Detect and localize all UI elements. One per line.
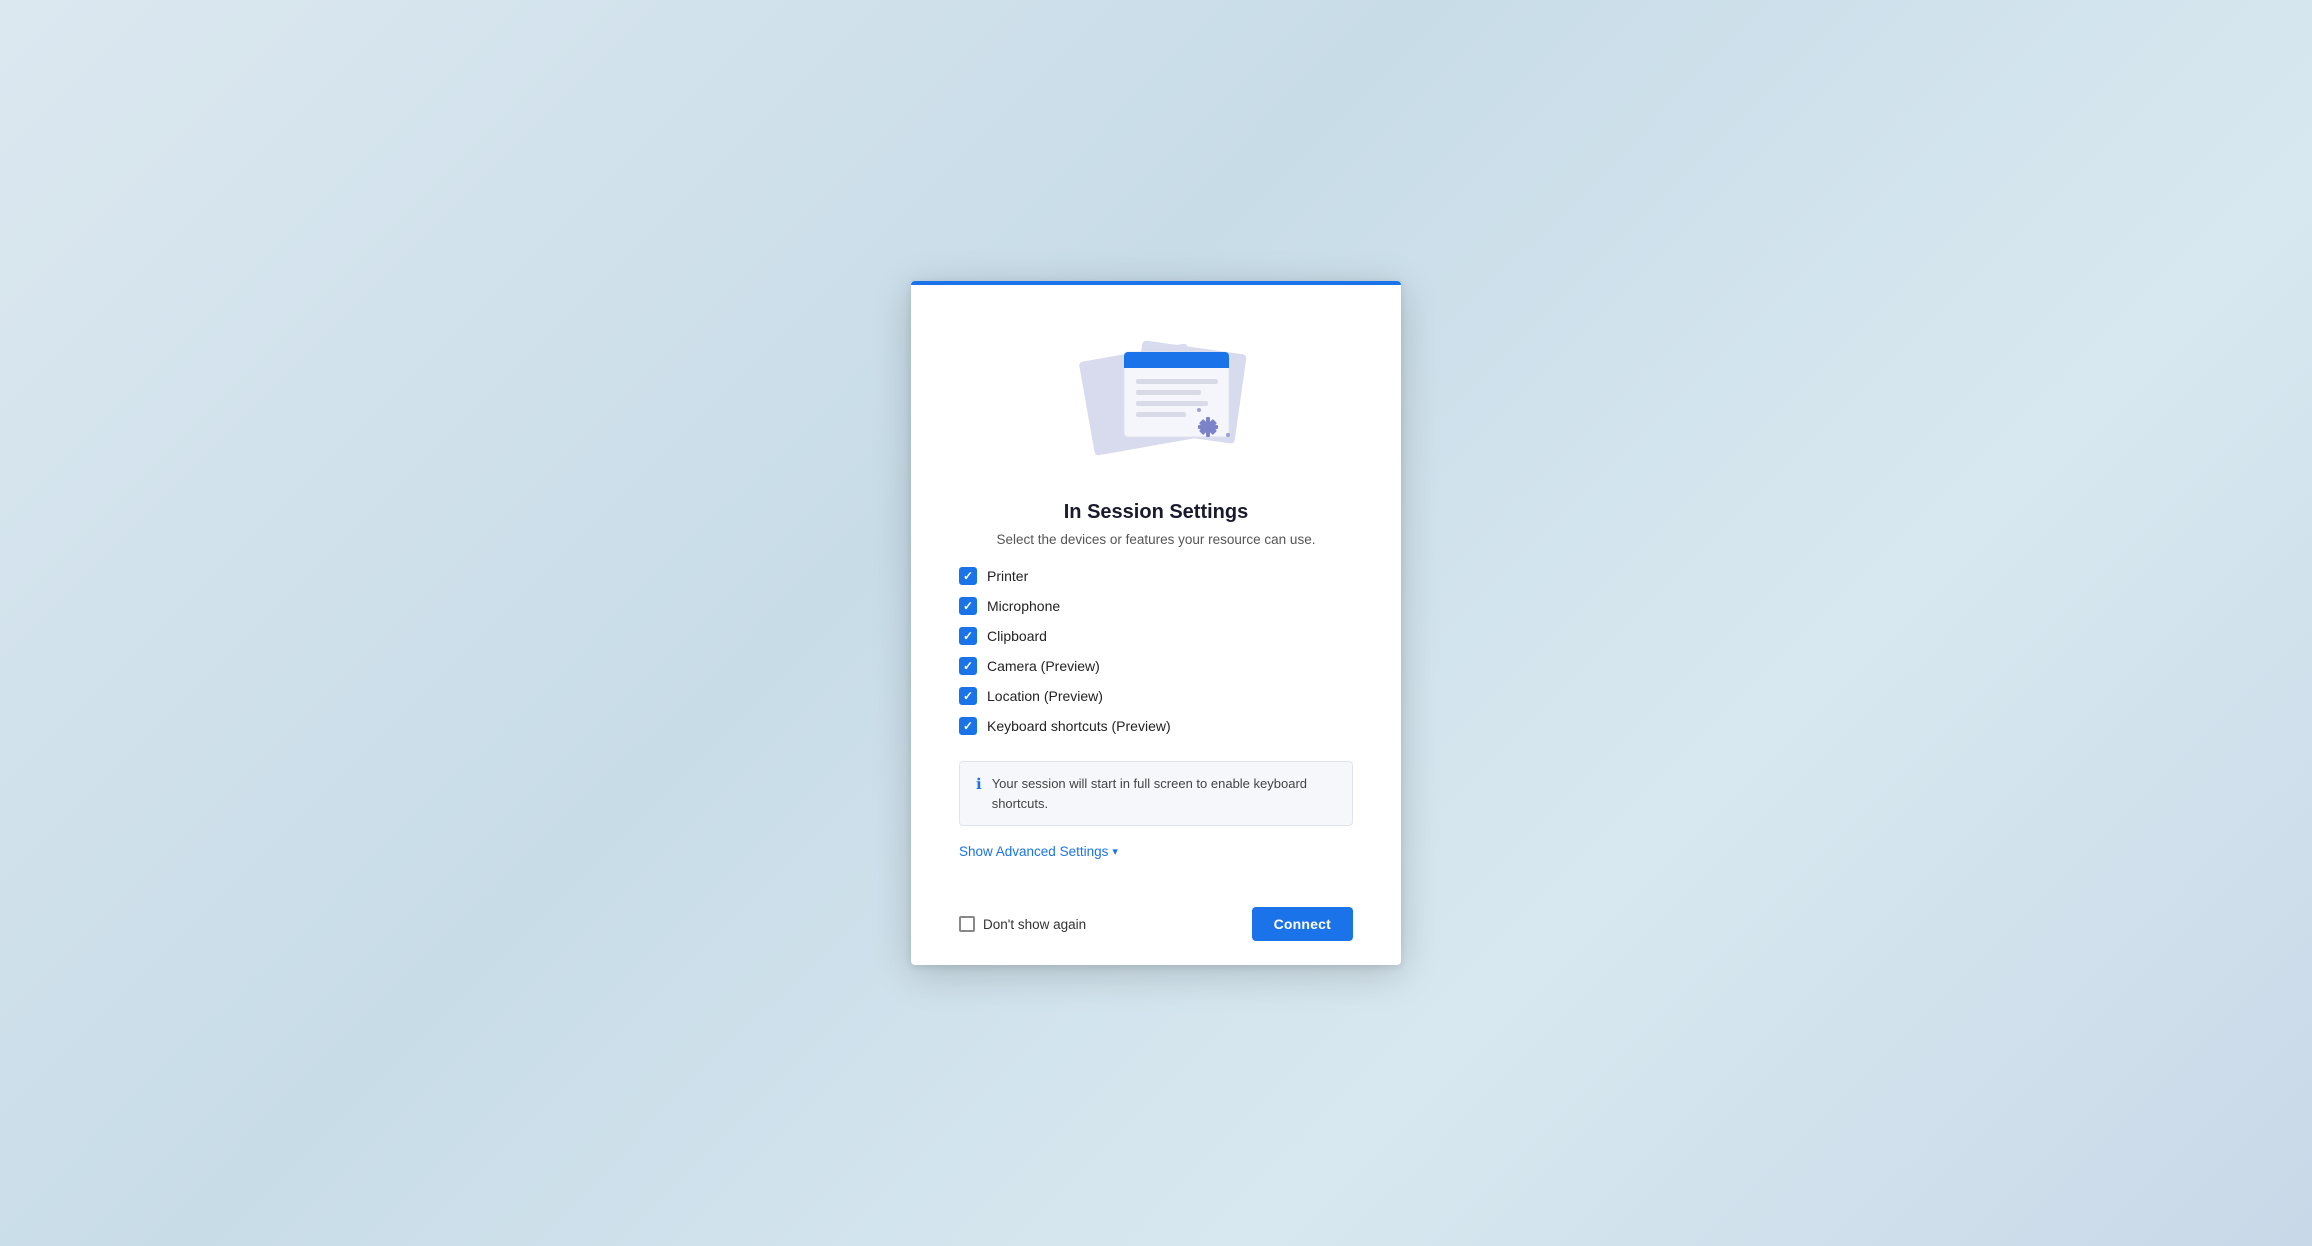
settings-dialog: In Session Settings Select the devices o…	[911, 281, 1401, 965]
checkmark-icon: ✓	[963, 690, 973, 702]
dialog-body: In Session Settings Select the devices o…	[911, 285, 1401, 891]
checkbox-item-camera: ✓ Camera (Preview)	[959, 657, 1353, 675]
checkbox-label-microphone: Microphone	[987, 598, 1060, 614]
checkbox-label-camera: Camera (Preview)	[987, 658, 1100, 674]
dialog-footer: Don't show again Connect	[911, 891, 1401, 965]
checkmark-icon: ✓	[963, 630, 973, 642]
illustration	[1056, 317, 1256, 477]
dialog-subtitle: Select the devices or features your reso…	[997, 532, 1316, 547]
checkbox-camera[interactable]: ✓	[959, 657, 977, 675]
info-text: Your session will start in full screen t…	[992, 774, 1336, 813]
connect-button[interactable]: Connect	[1252, 907, 1353, 941]
dont-show-checkbox[interactable]	[959, 916, 975, 932]
dialog-title: In Session Settings	[1064, 501, 1248, 524]
checkmark-icon: ✓	[963, 720, 973, 732]
checkbox-printer[interactable]: ✓	[959, 567, 977, 585]
checkbox-item-printer: ✓ Printer	[959, 567, 1353, 585]
checkbox-label-keyboard: Keyboard shortcuts (Preview)	[987, 718, 1171, 734]
checkbox-item-location: ✓ Location (Preview)	[959, 687, 1353, 705]
dont-show-label: Don't show again	[983, 917, 1086, 932]
checkbox-clipboard[interactable]: ✓	[959, 627, 977, 645]
checkbox-item-microphone: ✓ Microphone	[959, 597, 1353, 615]
checkbox-keyboard[interactable]: ✓	[959, 717, 977, 735]
dont-show-area: Don't show again	[959, 916, 1086, 932]
checkbox-microphone[interactable]: ✓	[959, 597, 977, 615]
checkbox-item-clipboard: ✓ Clipboard	[959, 627, 1353, 645]
checkbox-location[interactable]: ✓	[959, 687, 977, 705]
checkmark-icon: ✓	[963, 660, 973, 672]
checkbox-label-printer: Printer	[987, 568, 1028, 584]
checkmark-icon: ✓	[963, 570, 973, 582]
chevron-down-icon: ▾	[1112, 845, 1118, 858]
show-advanced-label: Show Advanced Settings	[959, 844, 1108, 859]
checkbox-label-location: Location (Preview)	[987, 688, 1103, 704]
checkboxes-list: ✓ Printer ✓ Microphone ✓ Clipboard ✓ Camera (Pr…	[959, 567, 1353, 735]
checkbox-item-keyboard: ✓ Keyboard shortcuts (Preview)	[959, 717, 1353, 735]
show-advanced-link[interactable]: Show Advanced Settings ▾	[959, 844, 1118, 859]
info-icon: ℹ	[976, 775, 982, 793]
checkbox-label-clipboard: Clipboard	[987, 628, 1047, 644]
checkmark-icon: ✓	[963, 600, 973, 612]
keyboard-shortcut-info: ℹ Your session will start in full screen…	[959, 761, 1353, 826]
